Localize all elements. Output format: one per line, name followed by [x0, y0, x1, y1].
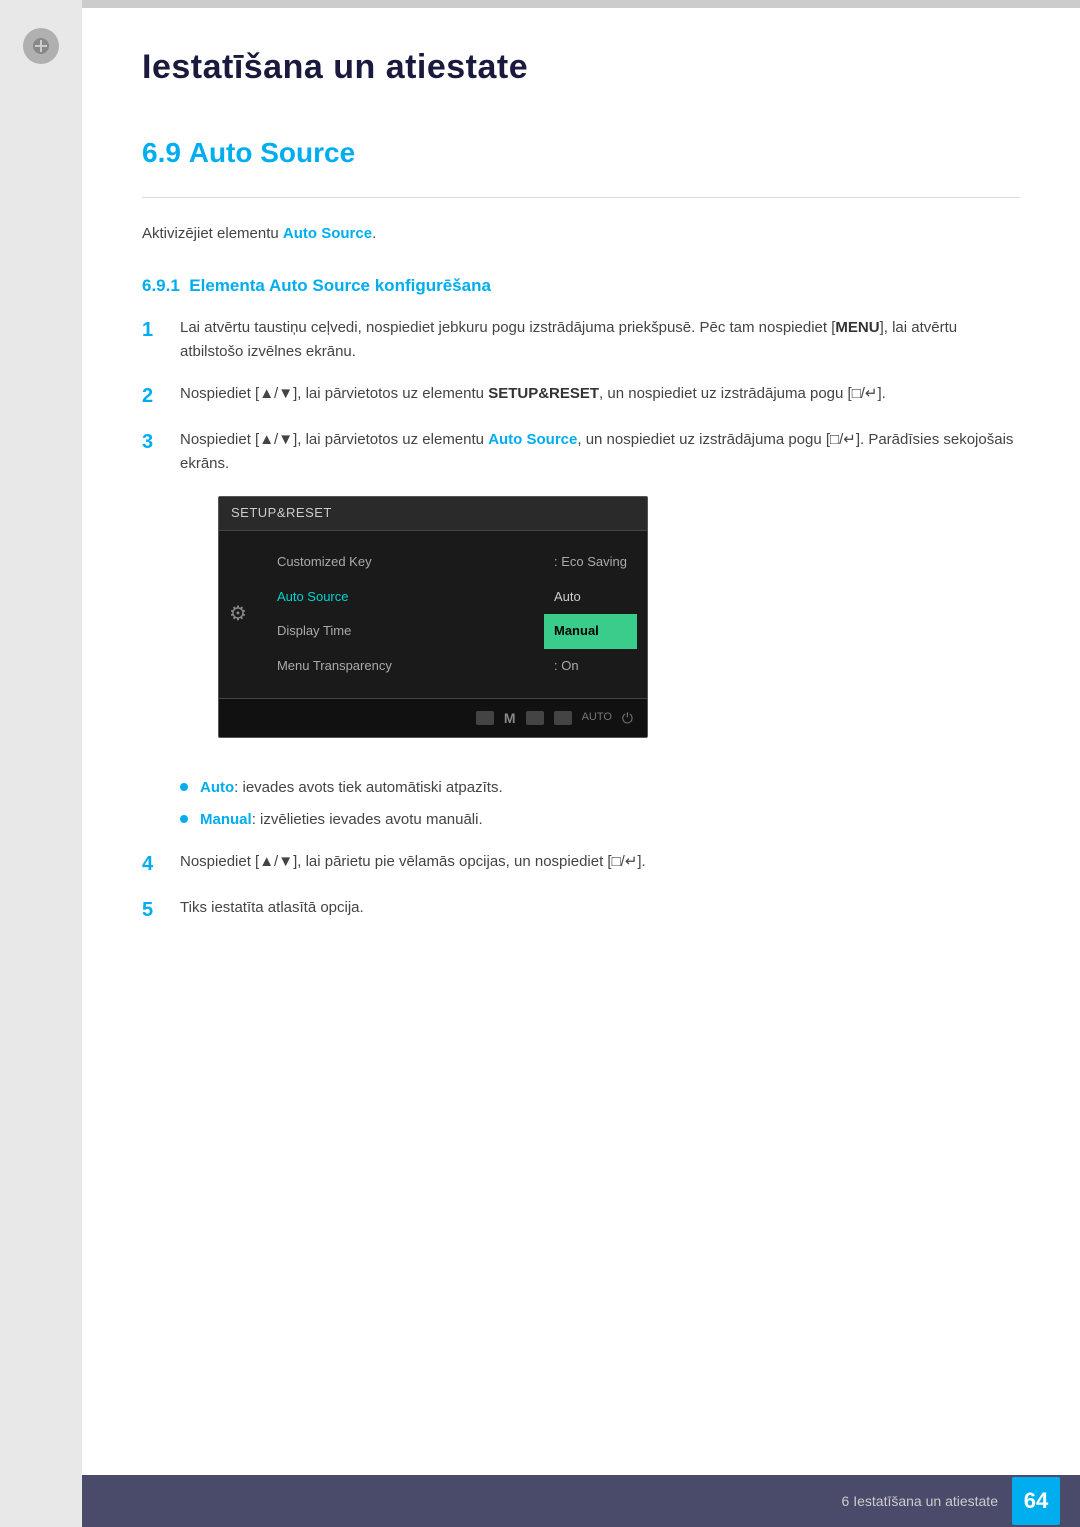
menu-item-customized-key: Customized Key	[257, 545, 544, 580]
screenshot-body: ⚙ Customized Key Auto Source Di	[219, 531, 647, 698]
step-2-num: 2	[142, 382, 170, 410]
screenshot-bottom-bar: M AUTO ⏻	[219, 698, 647, 737]
subsection-heading: 6.9.1 Elementa Auto Source konfigurēšana	[142, 276, 1020, 296]
bottom-icon-3	[554, 711, 572, 725]
step-1: 1 Lai atvērtu taustiņu ceļvedi, nospiedi…	[142, 316, 1020, 364]
step-2-text: Nospiediet [▲/▼], lai pārvietotos uz ele…	[180, 382, 1020, 406]
chapter-title: Iestatīšana un atiestate	[142, 48, 1020, 87]
bullet-manual: Manual: izvēlieties ievades avotu manuāl…	[180, 808, 1020, 832]
screenshot-values: : Eco Saving Auto Manual : On	[544, 539, 647, 690]
menu-item-menu-transparency: Menu Transparency	[257, 649, 544, 684]
subsection-title: Elementa Auto Source konfigurēšana	[189, 276, 491, 295]
step-3-num: 3	[142, 428, 170, 456]
intro-paragraph: Aktivizējiet elementu Auto Source.	[142, 222, 1020, 246]
bottom-icon-1	[476, 711, 494, 725]
screenshot-title-bar: SETUP&RESET	[219, 497, 647, 531]
step-3: 3 Nospiediet [▲/▼], lai pārvietotos uz e…	[142, 428, 1020, 758]
steps-list-continued: 4 Nospiediet [▲/▼], lai pārietu pie vēla…	[142, 850, 1020, 924]
intro-text-before: Aktivizējiet elementu	[142, 225, 283, 242]
gear-icon-area: ⚙	[219, 539, 257, 690]
subsection-number: 6.9.1	[142, 276, 180, 295]
bullet-auto: Auto: ievades avots tiek automātiski atp…	[180, 776, 1020, 800]
left-sidebar	[0, 0, 82, 1527]
bullet-list: Auto: ievades avots tiek automātiski atp…	[180, 776, 1020, 832]
bottom-icon-power: ⏻	[622, 707, 633, 729]
intro-text-after: .	[372, 225, 376, 242]
steps-list: 1 Lai atvērtu taustiņu ceļvedi, nospiedi…	[142, 316, 1020, 758]
step-2: 2 Nospiediet [▲/▼], lai pārvietotos uz e…	[142, 382, 1020, 410]
bullet-manual-desc: : izvēlieties ievades avotu manuāli.	[252, 811, 483, 828]
value-eco-saving: : Eco Saving	[544, 545, 637, 580]
step-5-text: Tiks iestatīta atlasītā opcija.	[180, 896, 1020, 920]
menu-item-label: Customized Key	[277, 554, 372, 569]
menu-item-auto-source: Auto Source	[257, 580, 544, 615]
step-3-text: Nospiediet [▲/▼], lai pārvietotos uz ele…	[180, 428, 1020, 758]
menu-item-label: Display Time	[277, 623, 351, 638]
menu-item-label-active: Auto Source	[277, 589, 349, 604]
step-5: 5 Tiks iestatīta atlasītā opcija.	[142, 896, 1020, 924]
step-4-num: 4	[142, 850, 170, 878]
page-container: Iestatīšana un atiestate 6.9 Auto Source…	[0, 0, 1080, 1527]
screenshot-title: SETUP&RESET	[231, 505, 332, 520]
bullet-manual-text: Manual: izvēlieties ievades avotu manuāl…	[200, 808, 483, 832]
bullet-auto-text: Auto: ievades avots tiek automātiski atp…	[200, 776, 503, 800]
bullet-auto-desc: : ievades avots tiek automātiski atpazīt…	[234, 779, 502, 796]
value-auto: Auto	[544, 580, 637, 615]
main-content: Iestatīšana un atiestate 6.9 Auto Source…	[82, 0, 1080, 1022]
value-on: : On	[544, 649, 637, 684]
page-footer: 6 Iestatīšana un atiestate 64	[82, 1475, 1080, 1527]
footer-text: 6 Iestatīšana un atiestate	[842, 1493, 998, 1509]
section-heading: 6.9 Auto Source	[142, 137, 1020, 169]
gear-icon: ⚙	[229, 598, 247, 630]
bullet-dot-manual	[180, 815, 188, 823]
intro-highlight: Auto Source	[283, 225, 372, 242]
step-4: 4 Nospiediet [▲/▼], lai pārietu pie vēla…	[142, 850, 1020, 878]
footer-page-number: 64	[1012, 1477, 1060, 1525]
section-number: 6.9	[142, 137, 181, 168]
bullet-dot-auto	[180, 783, 188, 791]
bottom-icon-label-auto: AUTO	[582, 709, 612, 727]
step-1-text: Lai atvērtu taustiņu ceļvedi, nospiediet…	[180, 316, 1020, 364]
screenshot-menu: Customized Key Auto Source Display Time …	[257, 539, 544, 690]
sidebar-circle-icon	[23, 28, 59, 64]
bottom-icon-label-m: M	[504, 707, 516, 729]
menu-item-display-time: Display Time	[257, 614, 544, 649]
screenshot-box: SETUP&RESET ⚙ Customized Key	[218, 496, 648, 738]
bullet-auto-label: Auto	[200, 779, 234, 796]
bottom-icon-2	[526, 711, 544, 725]
bullet-manual-label: Manual	[200, 811, 252, 828]
section-title: Auto Source	[189, 137, 355, 168]
step-4-text: Nospiediet [▲/▼], lai pārietu pie vēlamā…	[180, 850, 1020, 874]
step-5-num: 5	[142, 896, 170, 924]
divider	[142, 197, 1020, 198]
value-manual: Manual	[544, 614, 637, 649]
menu-item-label: Menu Transparency	[277, 658, 392, 673]
step-1-num: 1	[142, 316, 170, 344]
